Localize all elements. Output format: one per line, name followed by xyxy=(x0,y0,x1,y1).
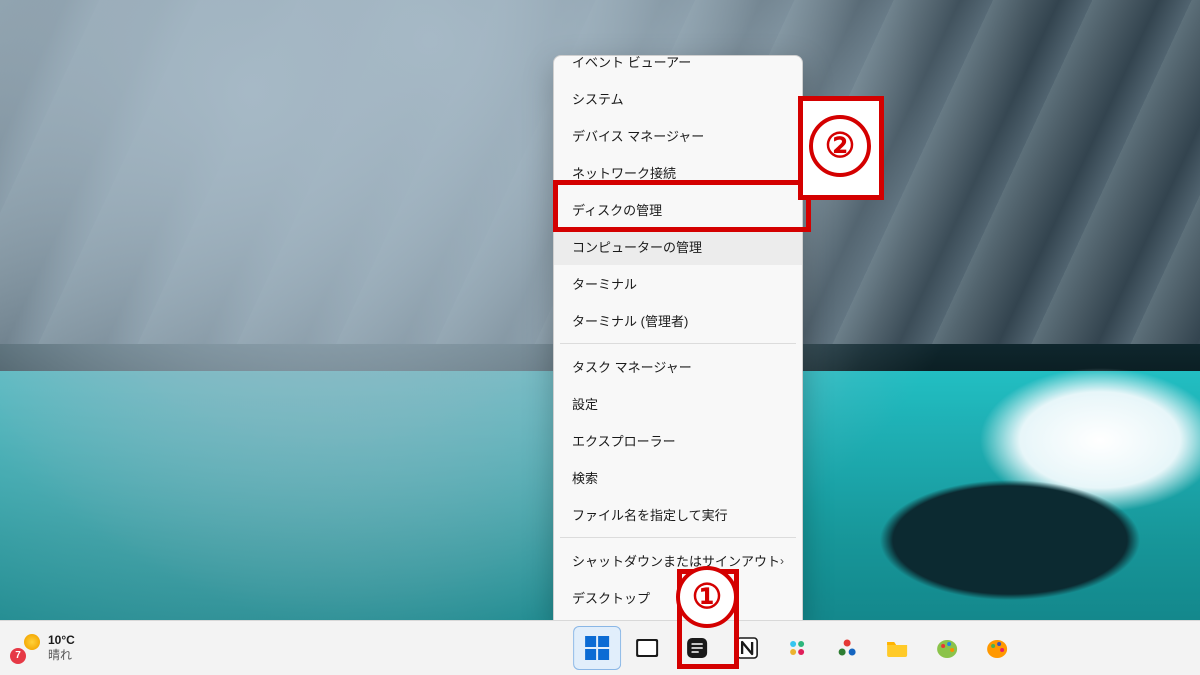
windows-logo-icon xyxy=(584,635,610,661)
taskbar: 7 10°C 晴れ xyxy=(0,620,1200,675)
winx-menu-item[interactable]: イベント ビューアー xyxy=(554,52,802,80)
start-button[interactable] xyxy=(573,626,621,670)
weather-condition: 晴れ xyxy=(48,648,75,663)
winx-menu-item[interactable]: 設定 xyxy=(554,385,802,422)
winx-menu-item[interactable]: ディスクの管理 xyxy=(554,191,802,228)
menu-item-label: ファイル名を指定して実行 xyxy=(572,505,728,524)
misc-app-icon xyxy=(835,636,859,660)
menu-item-label: デバイス マネージャー xyxy=(572,126,704,145)
winx-menu-item[interactable]: システム xyxy=(554,80,802,117)
winx-menu-item[interactable]: シャットダウンまたはサインアウト› xyxy=(554,542,802,579)
menu-item-label: デスクトップ xyxy=(572,588,650,607)
file-explorer-button[interactable] xyxy=(873,626,921,670)
slack-icon xyxy=(785,636,809,660)
menu-item-label: 検索 xyxy=(572,468,598,487)
winx-menu-item[interactable]: ファイル名を指定して実行 xyxy=(554,496,802,533)
menu-separator xyxy=(560,537,796,538)
chat-icon xyxy=(684,635,710,661)
winx-menu-item[interactable]: ターミナル (管理者) xyxy=(554,302,802,339)
winx-menu-item[interactable]: ターミナル xyxy=(554,265,802,302)
winx-menu-item[interactable]: タスク マネージャー xyxy=(554,348,802,385)
notion-app-button[interactable] xyxy=(723,626,771,670)
weather-temperature: 10°C xyxy=(48,633,75,648)
weather-badge: 7 xyxy=(10,648,26,664)
menu-item-label: コンピューターの管理 xyxy=(572,237,702,256)
weather-widget[interactable]: 7 10°C 晴れ xyxy=(0,633,75,663)
winx-menu-item[interactable]: デスクトップ xyxy=(554,579,802,616)
menu-item-label: ネットワーク接続 xyxy=(572,163,676,182)
notion-icon xyxy=(734,635,760,661)
palette-icon xyxy=(934,635,960,661)
pinned-app-1-button[interactable] xyxy=(923,626,971,670)
winx-menu-item[interactable]: 検索 xyxy=(554,459,802,496)
slack-app-button[interactable] xyxy=(773,626,821,670)
menu-item-label: ターミナル (管理者) xyxy=(572,311,688,330)
winx-menu-item[interactable]: ネットワーク接続 xyxy=(554,154,802,191)
winx-menu-item[interactable]: エクスプローラー xyxy=(554,422,802,459)
pinned-app-2-button[interactable] xyxy=(973,626,1021,670)
weather-icon: 7 xyxy=(12,634,40,662)
chat-app-button[interactable] xyxy=(673,626,721,670)
menu-item-label: ディスクの管理 xyxy=(572,200,662,219)
winx-context-menu: イベント ビューアーシステムデバイス マネージャーネットワーク接続ディスクの管理… xyxy=(553,55,803,621)
menu-item-label: イベント ビューアー xyxy=(572,52,691,71)
menu-item-label: シャットダウンまたはサインアウト xyxy=(572,551,780,570)
chevron-right-icon: › xyxy=(780,554,784,568)
palette-icon xyxy=(984,635,1010,661)
task-view-icon xyxy=(634,635,660,661)
menu-item-label: システム xyxy=(572,89,624,108)
taskbar-center-apps xyxy=(573,621,1021,675)
folder-icon xyxy=(884,635,910,661)
task-view-button[interactable] xyxy=(623,626,671,670)
winx-menu-item[interactable]: コンピューターの管理 xyxy=(554,228,802,265)
winx-menu-item[interactable]: デバイス マネージャー xyxy=(554,117,802,154)
menu-separator xyxy=(560,343,796,344)
menu-item-label: タスク マネージャー xyxy=(572,357,692,376)
menu-item-label: エクスプローラー xyxy=(572,431,676,450)
menu-item-label: 設定 xyxy=(572,394,598,413)
menu-item-label: ターミナル xyxy=(572,274,637,293)
misc-app-button[interactable] xyxy=(823,626,871,670)
